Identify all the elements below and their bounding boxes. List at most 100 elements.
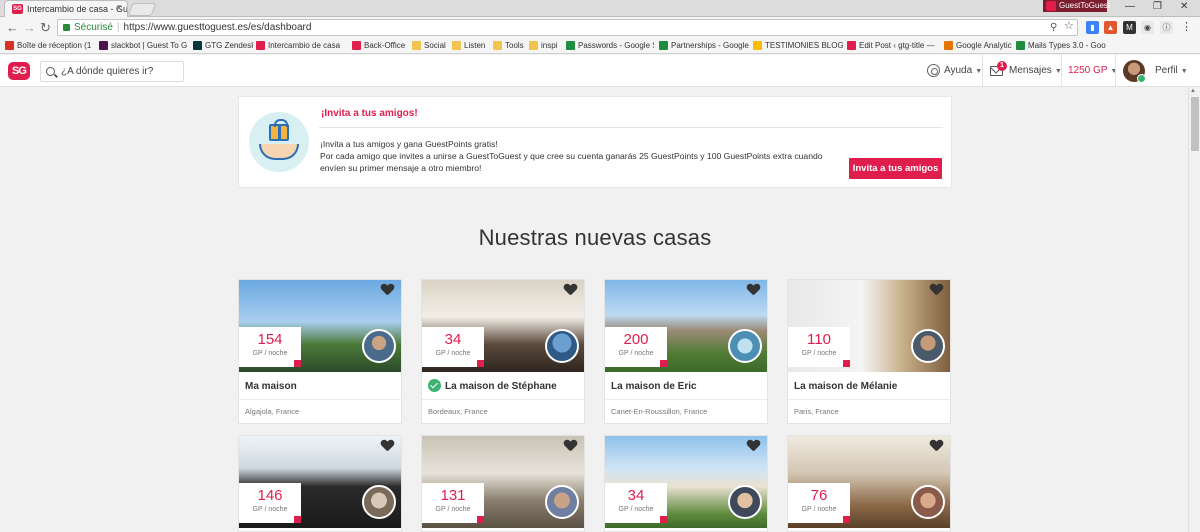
minimize-icon[interactable]: —: [1125, 0, 1135, 13]
browser-tab-active[interactable]: SG Intercambio de casa - Gu ×: [4, 0, 128, 17]
bookmark-label: GTG Zendesk: [205, 41, 253, 50]
folder-icon: [529, 41, 538, 50]
host-avatar[interactable]: [362, 329, 396, 363]
bookmark-item[interactable]: slackbot | Guest To G: [99, 40, 187, 52]
invite-line-2: Por cada amigo que invites a unirse a Gu…: [320, 151, 823, 173]
invite-friends-button[interactable]: Invita a tus amigos: [849, 158, 942, 179]
bookmark-item[interactable]: Listen: [452, 40, 485, 52]
bookmark-item[interactable]: Back-Office: [352, 40, 405, 52]
heart-icon[interactable]: [747, 440, 760, 452]
forward-arrow-icon[interactable]: →: [23, 19, 36, 36]
bookmark-item[interactable]: Edit Post ‹ gtg-title —: [847, 40, 935, 52]
guesttoguest-favicon-icon: SG: [12, 4, 23, 14]
info-icon[interactable]: ⓘ: [1160, 21, 1173, 34]
bookmark-item[interactable]: Mails Types 3.0 - Goo: [1016, 40, 1106, 52]
back-arrow-icon[interactable]: ←: [6, 19, 19, 36]
divider: [239, 399, 401, 400]
extension-icon[interactable]: ◉: [1141, 21, 1154, 34]
bookmark-item[interactable]: Tools: [493, 40, 524, 52]
new-tab-button[interactable]: [127, 3, 157, 16]
listing-card[interactable]: 110 GP / noche La maison de Mélanie Paris, …: [787, 279, 951, 424]
listing-price-unit: GP / noche: [435, 506, 471, 513]
menu-icon[interactable]: ⋮: [1180, 21, 1193, 34]
bookmark-label: inspi: [541, 41, 558, 50]
listing-price-unit: GP / noche: [801, 350, 837, 357]
bookmark-label: Tools: [505, 41, 524, 50]
bookmark-label: Google Analytics: [956, 41, 1012, 50]
host-avatar[interactable]: [911, 485, 945, 519]
gp-balance-menu[interactable]: 1250 GP ▼: [1068, 55, 1117, 87]
header-divider: [1061, 55, 1062, 87]
page-scrollbar[interactable]: [1188, 87, 1200, 532]
messages-badge: 1: [997, 61, 1007, 71]
extension-icon[interactable]: M: [1123, 21, 1136, 34]
price-box: 76 GP / noche: [788, 483, 850, 523]
host-avatar[interactable]: [545, 329, 579, 363]
reload-icon[interactable]: ↻: [40, 19, 51, 36]
browser-profile-chip[interactable]: GuestToGuest: [1043, 0, 1111, 12]
listing-card[interactable]: 131 GP / noche: [421, 435, 585, 532]
listing-card[interactable]: 146 GP / noche: [238, 435, 402, 532]
secure-label: Sécurisé: [74, 22, 113, 33]
host-avatar[interactable]: [911, 329, 945, 363]
price-box: 154 GP / noche: [239, 327, 301, 367]
listing-title[interactable]: Ma maison: [245, 381, 297, 392]
bookmark-item[interactable]: inspi: [529, 40, 557, 52]
listing-title[interactable]: La maison de Eric: [611, 381, 697, 392]
tab-close-icon[interactable]: ×: [116, 1, 122, 17]
listing-title[interactable]: La maison de Mélanie: [794, 381, 897, 392]
listing-card[interactable]: 34 GP / noche La maison de Stéphane Bordeau…: [421, 279, 585, 424]
messages-menu[interactable]: Mensajes ▼: [1009, 55, 1062, 87]
listing-card[interactable]: 200 GP / noche La maison de Eric Canet-En-R…: [604, 279, 768, 424]
extension-icon[interactable]: ▮: [1086, 21, 1099, 34]
host-avatar[interactable]: [545, 485, 579, 519]
avatar[interactable]: [1123, 60, 1146, 83]
listing-card[interactable]: 34 GP / noche: [604, 435, 768, 532]
extension-icon[interactable]: ▲: [1104, 21, 1117, 34]
listing-card[interactable]: 154 GP / noche Ma maison Algajola, France: [238, 279, 402, 424]
bookmark-item[interactable]: GTG Zendesk: [193, 40, 253, 52]
bookmark-label: Mails Types 3.0 - Goo: [1028, 41, 1106, 50]
scroll-up-icon[interactable]: ▲: [1190, 88, 1196, 94]
scrollbar-thumb[interactable]: [1191, 97, 1199, 151]
listing-title[interactable]: La maison de Stéphane: [445, 381, 557, 392]
bookmark-star-icon[interactable]: ☆: [1064, 21, 1074, 32]
hands-icon: [259, 144, 299, 160]
heart-icon[interactable]: [930, 284, 943, 296]
listing-card[interactable]: 76 GP / noche: [787, 435, 951, 532]
bookmark-item[interactable]: Intercambio de casa: [256, 40, 340, 52]
heart-icon[interactable]: [381, 440, 394, 452]
host-avatar[interactable]: [362, 485, 396, 519]
heart-icon[interactable]: [930, 440, 943, 452]
key-icon[interactable]: ⚲: [1050, 22, 1057, 33]
host-avatar[interactable]: [728, 329, 762, 363]
help-menu[interactable]: Ayuda ▼: [944, 55, 982, 87]
heart-icon[interactable]: [381, 284, 394, 296]
messages-label: Mensajes: [1009, 65, 1052, 76]
bookmark-item[interactable]: Social: [412, 40, 446, 52]
heart-icon[interactable]: [564, 440, 577, 452]
search-input[interactable]: [61, 64, 179, 79]
profile-name: GuestToGuest: [1059, 1, 1111, 10]
site-header: SG Ayuda▼ 1 Mensajes▼ 1250 GP▼ Perfil▼: [0, 55, 1200, 87]
heart-icon[interactable]: [747, 284, 760, 296]
bookmark-item[interactable]: Google Analytics: [944, 40, 1012, 52]
browser-tab-strip: SG Intercambio de casa - Gu × GuestToGue…: [0, 0, 1200, 17]
heart-icon[interactable]: [564, 284, 577, 296]
bookmark-label: Edit Post ‹ gtg-title —: [859, 41, 935, 50]
sheets-icon: [659, 41, 668, 50]
listing-price-unit: GP / noche: [252, 350, 288, 357]
bookmark-item[interactable]: Partnerships - Google: [659, 40, 749, 52]
guesttoguest-logo[interactable]: SG: [8, 62, 30, 80]
search-box[interactable]: [40, 61, 184, 82]
host-avatar[interactable]: [728, 485, 762, 519]
bookmark-item[interactable]: Boîte de réception (1: [5, 40, 91, 52]
bookmark-item[interactable]: Passwords - Google S: [566, 40, 654, 52]
listing-location: Paris, France: [794, 407, 839, 416]
bookmark-item[interactable]: TESTIMONIES BLOG: [753, 40, 843, 52]
profile-menu[interactable]: Perfil ▼: [1155, 55, 1188, 87]
drive-icon: [753, 41, 762, 50]
address-bar[interactable]: Sécurisé | https://www.guesttoguest.es/es/…: [57, 19, 1078, 36]
maximize-icon[interactable]: ❐: [1153, 0, 1162, 13]
window-close-icon[interactable]: ✕: [1180, 0, 1188, 13]
